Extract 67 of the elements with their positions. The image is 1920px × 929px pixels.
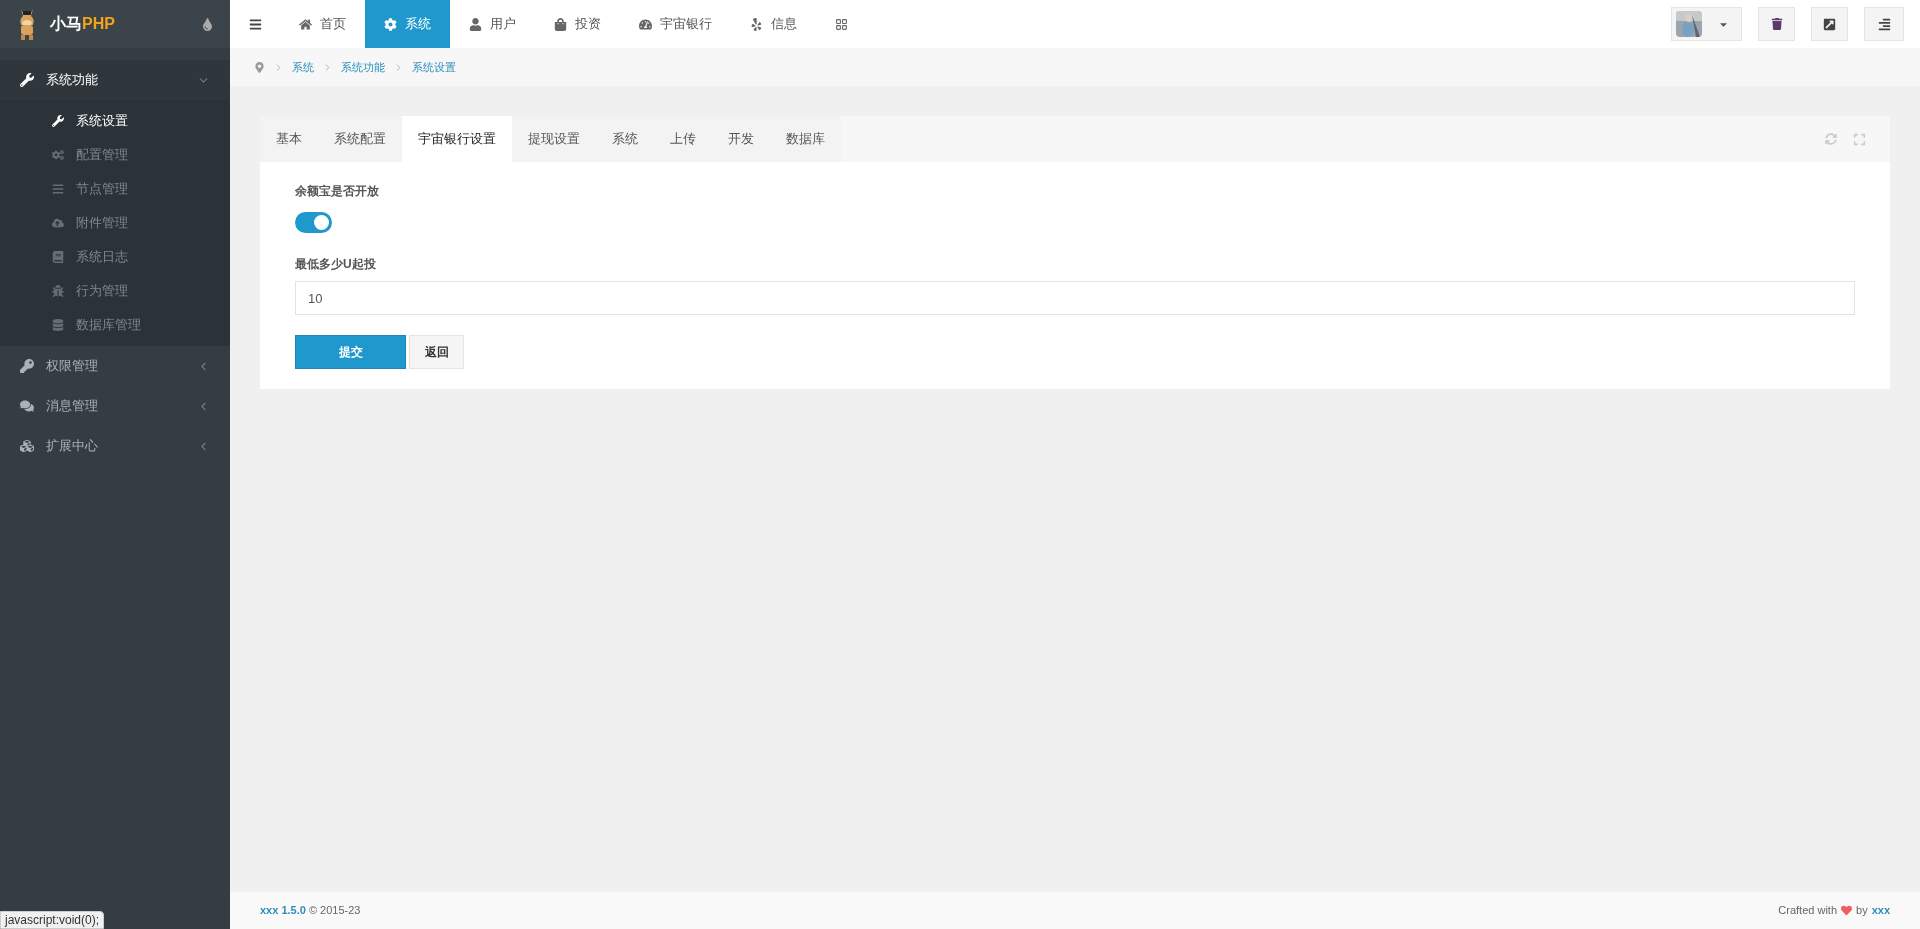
sidebar-item[interactable]: 附件管理: [0, 206, 230, 240]
by-text: by: [1856, 903, 1868, 919]
settings-tab[interactable]: 基本: [260, 116, 318, 162]
drop-icon: [201, 17, 214, 31]
location-pin-icon: [254, 61, 265, 73]
wrench-icon: [20, 73, 34, 87]
breadcrumb-link[interactable]: 系统: [292, 58, 314, 76]
settings-tab[interactable]: 宇宙银行设置: [402, 116, 512, 162]
key-icon: [20, 359, 34, 373]
breadcrumb-link[interactable]: 系统设置: [412, 58, 456, 76]
trash-icon: [1770, 18, 1783, 30]
sidebar-group[interactable]: 系统功能: [0, 60, 230, 100]
database-icon: [52, 319, 64, 331]
align-icon: [1877, 17, 1891, 31]
settings-tab[interactable]: 上传: [654, 116, 712, 162]
settings-tab[interactable]: 数据库: [770, 116, 841, 162]
sidebar-item[interactable]: 配置管理: [0, 138, 230, 172]
sidebar-item[interactable]: 行为管理: [0, 274, 230, 308]
field-label: 余额宝是否开放: [295, 183, 380, 200]
wrench-icon: [52, 115, 64, 127]
home-icon: [299, 17, 312, 31]
settings-tab[interactable]: 开发: [712, 116, 770, 162]
version-text: xxx 1.5.0 © 2015-23: [260, 903, 361, 919]
cloud-upload-icon: [52, 217, 64, 229]
settings-tab[interactable]: 系统: [596, 116, 654, 162]
sidebar-item[interactable]: 数据库管理: [0, 308, 230, 342]
gauge-icon: [639, 17, 652, 31]
cubes-icon: [20, 439, 34, 453]
sidebar-group[interactable]: 消息管理: [0, 386, 230, 426]
amount-input[interactable]: 10: [295, 281, 1855, 315]
menu-icon: [248, 17, 262, 31]
open-external-button[interactable]: [1811, 7, 1848, 41]
nav-tab[interactable]: 投资: [535, 0, 620, 48]
avatar-button[interactable]: [1671, 7, 1742, 41]
nav-tab[interactable]: 信息: [731, 0, 816, 48]
gears-icon: [52, 149, 64, 161]
nav-tab[interactable]: 宇宙银行: [620, 0, 731, 48]
nav-tab[interactable]: 首页: [280, 0, 365, 48]
nav-tab[interactable]: 用户: [450, 0, 535, 48]
bag-icon: [554, 17, 567, 31]
chat-icon: [20, 399, 34, 413]
grid-icon: [835, 17, 848, 31]
sidebar-group[interactable]: 权限管理: [0, 346, 230, 386]
sidebar-item[interactable]: 系统日志: [0, 240, 230, 274]
list-icon: [52, 183, 64, 195]
author-link[interactable]: xxx: [1871, 902, 1890, 919]
back-button[interactable]: 返回: [409, 335, 464, 369]
side-panel-button[interactable]: [1864, 7, 1904, 41]
crafted-text: Crafted with: [1778, 903, 1837, 919]
external-link-icon: [1823, 17, 1836, 31]
toggle-switch[interactable]: [295, 212, 332, 233]
status-tooltip: javascript:void(0);: [0, 911, 105, 929]
heart-icon: [1841, 905, 1852, 916]
sidebar-item[interactable]: 系统设置: [0, 104, 230, 138]
settings-tab[interactable]: 提现设置: [512, 116, 596, 162]
sidebar-group[interactable]: 扩展中心: [0, 426, 230, 466]
logo-text: 小马PHP: [50, 14, 115, 34]
breadcrumb-link[interactable]: 系统功能: [341, 58, 385, 76]
bug-icon: [52, 285, 64, 297]
sidebar-item[interactable]: 节点管理: [0, 172, 230, 206]
burst-icon: [750, 17, 763, 31]
gear-icon: [384, 17, 397, 31]
book-icon: [52, 251, 64, 263]
user-icon: [469, 17, 482, 31]
field-label: 最低多少U起投: [295, 256, 377, 273]
delete-button[interactable]: [1758, 7, 1795, 41]
settings-tab[interactable]: 系统配置: [318, 116, 402, 162]
